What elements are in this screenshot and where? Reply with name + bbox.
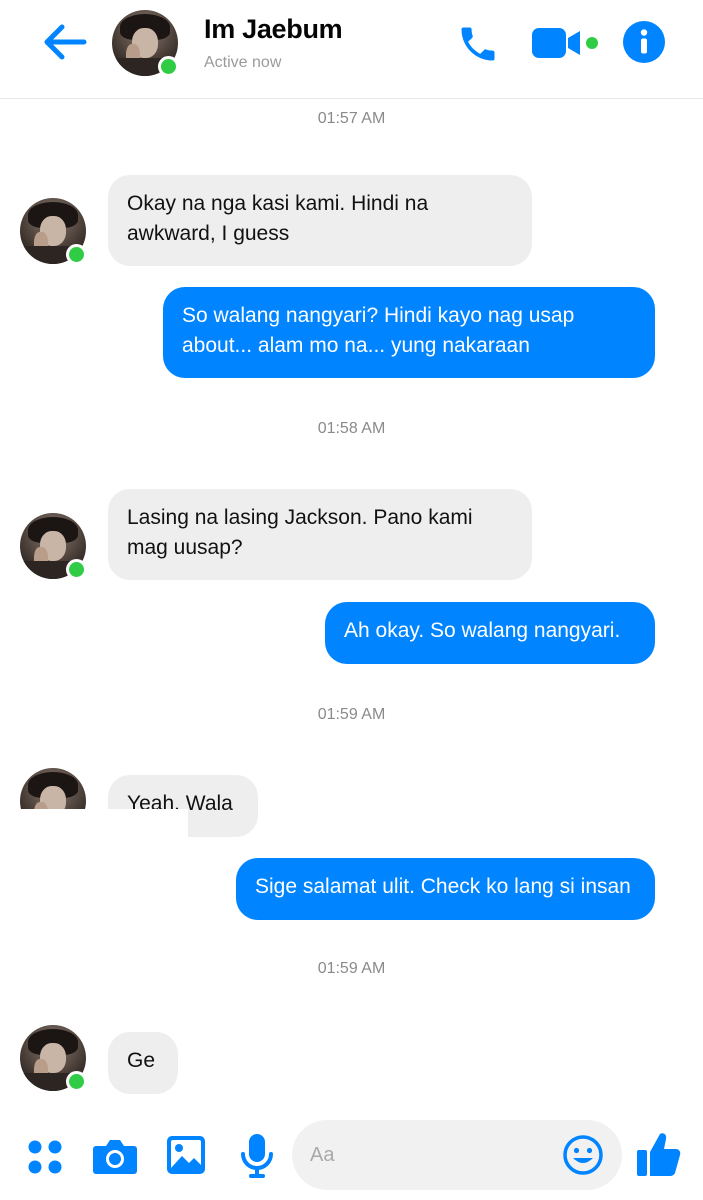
back-arrow-icon[interactable] [40,22,88,62]
timestamp: 01:59 AM [317,706,386,723]
message-composer: Aa [0,1106,703,1200]
incoming-message[interactable]: Ge [108,1032,178,1094]
apps-icon[interactable] [26,1138,64,1176]
screenshot-seam [0,809,188,849]
timestamp: 01:59 AM [317,960,386,977]
sender-avatar[interactable] [20,1025,87,1092]
microphone-icon[interactable] [240,1132,274,1180]
outgoing-message[interactable]: So walang nangyari? Hindi kayo nag usap … [163,287,655,378]
outgoing-message[interactable]: Sige salamat ulit. Check ko lang si insa… [236,858,655,920]
contact-name[interactable]: Im Jaebum [204,14,343,45]
info-icon[interactable] [622,20,666,64]
message-input-placeholder: Aa [310,1144,335,1166]
active-status: Active now [204,54,282,71]
video-call-icon[interactable] [530,26,600,60]
contact-avatar[interactable] [112,10,179,77]
online-indicator [66,244,87,265]
timestamp: 01:57 AM [317,110,386,127]
outgoing-message[interactable]: Ah okay. So walang nangyari. [325,602,655,664]
like-thumb-icon[interactable] [634,1130,684,1180]
emoji-icon[interactable] [562,1134,604,1176]
chat-header: Im Jaebum Active now [0,0,703,99]
sender-avatar[interactable] [20,198,87,265]
gallery-icon[interactable] [165,1134,207,1176]
incoming-message[interactable]: Okay na nga kasi kami. Hindi na awkward,… [108,175,532,266]
incoming-message[interactable]: Lasing na lasing Jackson. Pano kami mag … [108,489,532,580]
timestamp: 01:58 AM [317,420,386,437]
phone-icon[interactable] [456,22,500,66]
camera-icon[interactable] [92,1136,138,1176]
online-indicator [66,1071,87,1092]
online-indicator [158,56,179,77]
message-input[interactable]: Aa [292,1120,622,1190]
sender-avatar[interactable] [20,513,87,580]
online-indicator [66,559,87,580]
